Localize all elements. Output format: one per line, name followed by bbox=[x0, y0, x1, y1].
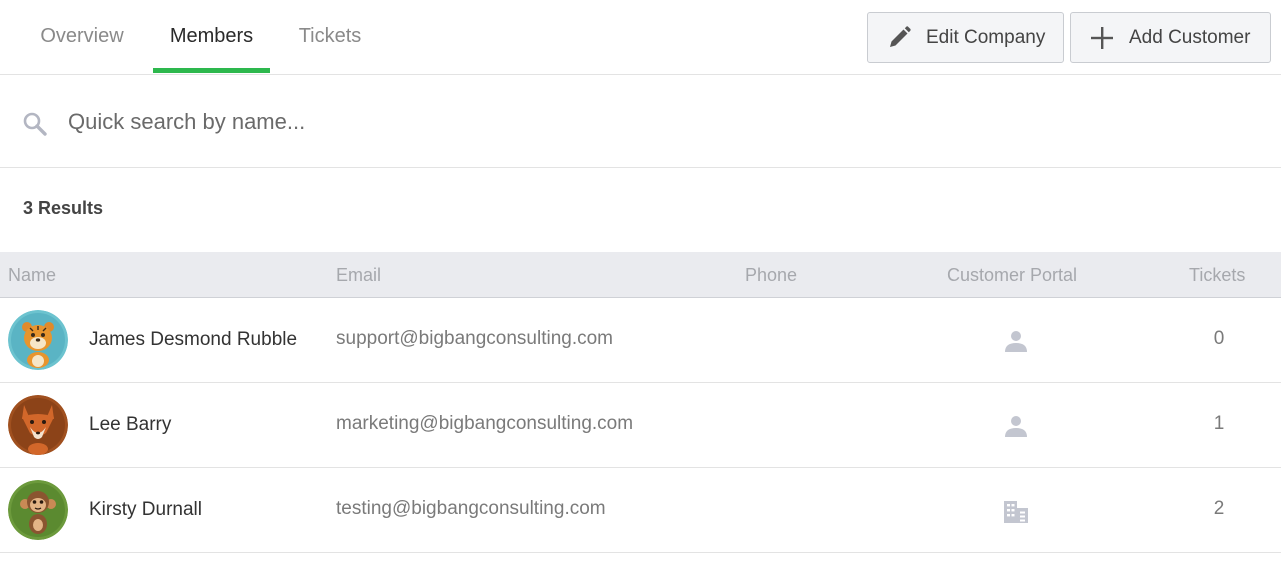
customer-email: testing@bigbangconsulting.com bbox=[336, 498, 606, 519]
search-bar bbox=[0, 76, 1281, 168]
building-icon bbox=[1003, 498, 1029, 524]
search-input[interactable] bbox=[68, 102, 968, 142]
edit-company-button[interactable]: Edit Company bbox=[867, 12, 1064, 63]
customer-email: support@bigbangconsulting.com bbox=[336, 328, 614, 349]
top-bar: Overview Members Tickets Edit Company Ad… bbox=[0, 0, 1281, 75]
table-row[interactable]: James Desmond Rubble support@bigbangcons… bbox=[0, 298, 1281, 383]
fox-avatar bbox=[8, 395, 68, 455]
search-icon bbox=[22, 111, 48, 137]
tab-tickets[interactable]: Tickets bbox=[282, 0, 378, 73]
column-header-name[interactable]: Name bbox=[8, 265, 56, 286]
customer-name[interactable]: Kirsty Durnall bbox=[89, 499, 202, 521]
column-header-tickets[interactable]: Tickets bbox=[1189, 265, 1245, 286]
column-header-phone[interactable]: Phone bbox=[745, 265, 797, 286]
add-customer-label: Add Customer bbox=[1129, 26, 1251, 48]
table-row[interactable]: Kirsty Durnall testing@bigbangconsulting… bbox=[0, 468, 1281, 553]
person-icon bbox=[1003, 413, 1029, 439]
add-customer-button[interactable]: Add Customer bbox=[1070, 12, 1271, 63]
results-count: 3 Results bbox=[23, 198, 104, 218]
column-header-customer-portal[interactable]: Customer Portal bbox=[947, 265, 1077, 286]
monkey-avatar bbox=[8, 480, 68, 540]
table-row[interactable]: Lee Barry marketing@bigbangconsulting.co… bbox=[0, 383, 1281, 468]
customer-name[interactable]: Lee Barry bbox=[89, 414, 171, 436]
column-header-email[interactable]: Email bbox=[336, 265, 381, 286]
plus-icon bbox=[1089, 25, 1115, 51]
edit-company-label: Edit Company bbox=[926, 26, 1046, 48]
tab-members[interactable]: Members bbox=[153, 0, 270, 73]
customer-email: marketing@bigbangconsulting.com bbox=[336, 413, 634, 434]
ticket-count: 0 bbox=[1213, 328, 1225, 349]
ticket-count: 1 bbox=[1213, 413, 1225, 434]
customer-name[interactable]: James Desmond Rubble bbox=[89, 329, 297, 351]
person-icon bbox=[1003, 328, 1029, 354]
table-header: Name Email Phone Customer Portal Tickets bbox=[0, 252, 1281, 298]
tiger-avatar bbox=[8, 310, 68, 370]
ticket-count: 2 bbox=[1213, 498, 1225, 519]
pencil-icon bbox=[886, 25, 912, 51]
tab-overview[interactable]: Overview bbox=[22, 0, 142, 73]
